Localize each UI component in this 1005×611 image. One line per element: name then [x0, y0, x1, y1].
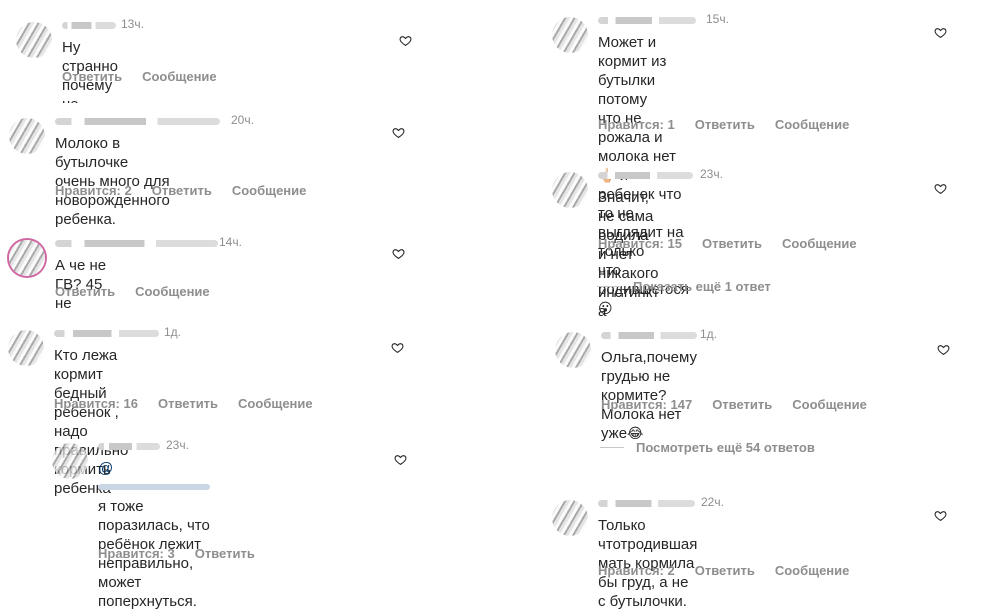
heart-outline-icon[interactable]: [392, 126, 405, 139]
view-more-replies[interactable]: Посмотреть ещё 54 ответов: [600, 440, 815, 455]
comment-actions: Нравится: 16 Ответить Сообщение: [54, 396, 313, 411]
reply-button[interactable]: Ответить: [152, 183, 212, 198]
avatar[interactable]: [16, 22, 52, 58]
comment-time: 14ч.: [219, 235, 242, 249]
avatar[interactable]: [52, 443, 88, 479]
message-button[interactable]: Сообщение: [782, 236, 857, 251]
comment-time: 22ч.: [701, 495, 724, 509]
likes-count[interactable]: Нравится: 1: [598, 117, 675, 132]
comment-time: 20ч.: [231, 113, 254, 127]
heart-outline-icon[interactable]: [394, 453, 407, 466]
comment-actions: Нравится: 15 Ответить Сообщение: [598, 236, 857, 251]
reply-button[interactable]: Ответить: [195, 546, 255, 561]
reply-button[interactable]: Ответить: [712, 397, 772, 412]
likes-count[interactable]: Нравится: 2: [598, 563, 675, 578]
laughing-emoji: 😂: [627, 425, 644, 441]
comment-time: 15ч.: [706, 12, 729, 26]
heart-outline-icon[interactable]: [937, 343, 950, 356]
reply-button[interactable]: Ответить: [695, 563, 755, 578]
divider-line: [600, 447, 624, 448]
username-blurred[interactable]: [55, 118, 220, 125]
avatar[interactable]: [9, 240, 45, 276]
comment-time: 1д.: [700, 327, 718, 341]
username-blurred[interactable]: [601, 332, 697, 339]
comment-actions: Нравится: 2 Ответить Сообщение: [598, 563, 849, 578]
avatar[interactable]: [8, 330, 44, 366]
likes-count[interactable]: Нравится: 15: [598, 236, 682, 251]
comment-text: @я тоже поразилась, что ребёнок лежит не…: [98, 460, 210, 610]
show-more-replies[interactable]: Показать ещё 1 ответ: [597, 279, 771, 294]
heart-outline-icon[interactable]: [391, 341, 404, 354]
username-blurred[interactable]: [598, 172, 693, 179]
mention-link[interactable]: @: [98, 460, 113, 477]
heart-outline-icon[interactable]: [399, 34, 412, 47]
likes-count[interactable]: Нравится: 3: [98, 546, 175, 561]
divider-line: [597, 286, 621, 287]
reply-button[interactable]: Ответить: [702, 236, 762, 251]
heart-outline-icon[interactable]: [934, 182, 947, 195]
comment-panel-2: 20ч. Молоко в бутылочке очень много для …: [0, 103, 430, 331]
username-blurred[interactable]: [598, 500, 695, 507]
mention-blurred: [98, 483, 210, 490]
username-blurred[interactable]: [598, 17, 696, 24]
comment-time: 1д.: [164, 325, 182, 339]
heart-outline-icon[interactable]: [934, 509, 947, 522]
username-blurred[interactable]: [98, 443, 160, 450]
avatar[interactable]: [552, 500, 588, 536]
avatar[interactable]: [555, 332, 591, 368]
comment-text: Значит, не сама родила и нет никакого ин…: [598, 189, 660, 320]
heart-outline-icon[interactable]: [392, 247, 405, 260]
message-button[interactable]: Сообщение: [775, 117, 850, 132]
heart-outline-icon[interactable]: [934, 26, 947, 39]
username-blurred[interactable]: [54, 330, 159, 337]
avatar[interactable]: [9, 118, 45, 154]
username-blurred[interactable]: [62, 22, 116, 29]
comment-actions: Нравится: 147 Ответить Сообщение: [601, 397, 867, 412]
reply-button[interactable]: Ответить: [158, 396, 218, 411]
comment-time: 23ч.: [700, 167, 723, 181]
message-button[interactable]: Сообщение: [232, 183, 307, 198]
comment-actions: Нравится: 3 Ответить: [98, 546, 255, 561]
comment-actions: Нравится: 2 Ответить Сообщение: [55, 183, 306, 198]
comment-text: Ольга,почему грудью не кормите? Молока н…: [601, 349, 697, 442]
comment-panel-right: 15ч. Может и кормит из бутылки потому чт…: [537, 0, 977, 610]
comment-time: 13ч.: [121, 17, 144, 31]
comment-actions: Ответить Сообщение: [62, 69, 217, 84]
comment-actions: Нравится: 1 Ответить Сообщение: [598, 117, 849, 132]
likes-count[interactable]: Нравится: 2: [55, 183, 132, 198]
avatar[interactable]: [552, 172, 588, 208]
message-button[interactable]: Сообщение: [135, 284, 210, 299]
message-button[interactable]: Сообщение: [142, 69, 217, 84]
comment-panel-3: 1д. Кто лежа кормит бедный ребенок , над…: [0, 318, 430, 610]
comment-panel-1: 13ч. Ну странно почему не кормит!!!!! От…: [0, 0, 440, 132]
username-blurred[interactable]: [55, 240, 218, 247]
likes-count[interactable]: Нравится: 16: [54, 396, 138, 411]
reply-button[interactable]: Ответить: [55, 284, 115, 299]
comment-text: Молоко в бутылочке очень много для новор…: [55, 135, 170, 228]
likes-count[interactable]: Нравится: 147: [601, 397, 692, 412]
reply-button[interactable]: Ответить: [62, 69, 122, 84]
avatar[interactable]: [552, 17, 588, 53]
comment-time: 23ч.: [166, 438, 189, 452]
comment-actions: Ответить Сообщение: [55, 284, 210, 299]
reply-button[interactable]: Ответить: [695, 117, 755, 132]
message-button[interactable]: Сообщение: [775, 563, 850, 578]
message-button[interactable]: Сообщение: [792, 397, 867, 412]
message-button[interactable]: Сообщение: [238, 396, 313, 411]
